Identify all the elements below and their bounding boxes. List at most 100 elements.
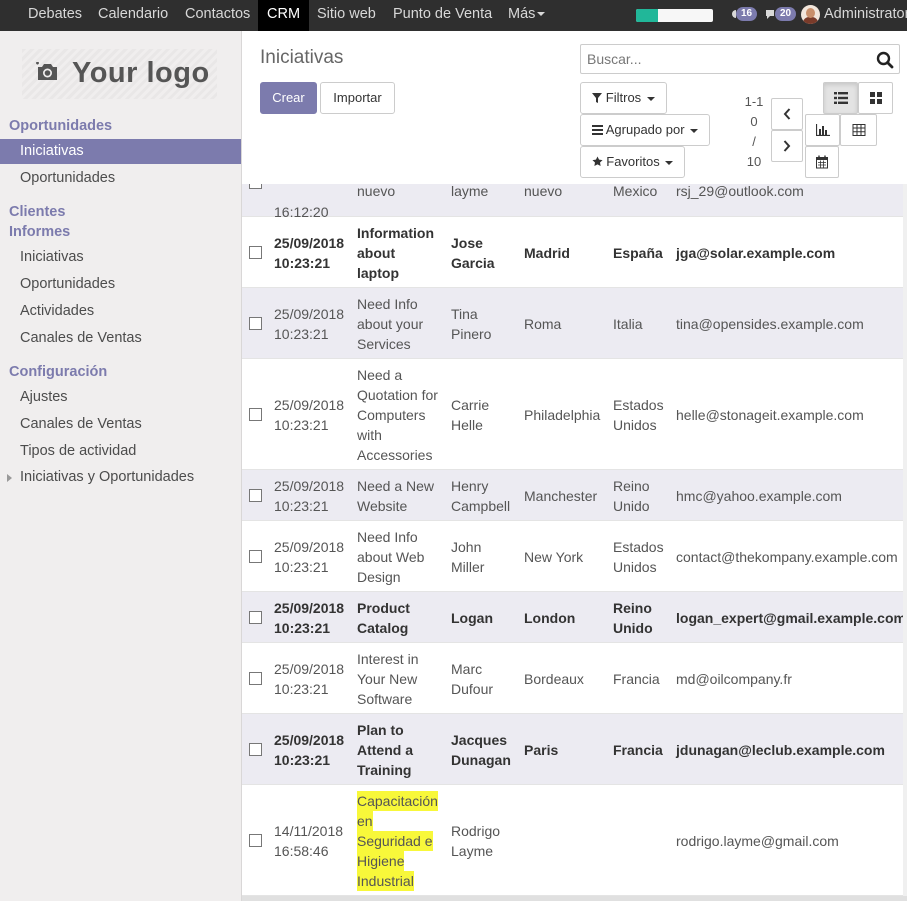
- row-checkbox[interactable]: [249, 488, 262, 502]
- menu-calendario[interactable]: Calendario: [98, 0, 168, 31]
- lead-name: Information: [357, 224, 434, 241]
- lead-time: 10:23:21: [274, 680, 329, 697]
- bar-chart-icon: [815, 124, 830, 136]
- activity-badge: 16: [736, 7, 758, 21]
- star-icon: [592, 156, 603, 167]
- favorites-button[interactable]: Favoritos: [580, 146, 685, 178]
- sidebar-item-tipos-de-actividad[interactable]: Tipos de actividad: [0, 439, 241, 464]
- menu-mas[interactable]: Más: [508, 0, 546, 31]
- lead-name: Computers: [357, 406, 426, 423]
- sidebar-item-iniciativas-y-oportunidades[interactable]: Iniciativas y Oportunidades: [0, 465, 241, 490]
- table-row[interactable]: 14/11/2018 16:58:46 Capacitación en Segurida…: [242, 785, 907, 896]
- row-checkbox[interactable]: [249, 833, 262, 847]
- vertical-scrollbar[interactable]: [903, 184, 907, 896]
- chevron-left-icon: [783, 108, 791, 120]
- table-row[interactable]: 25/09/2018 10:23:21 Need a New Website Henry…: [242, 470, 907, 521]
- menu-contactos[interactable]: Contactos: [185, 0, 250, 31]
- lead-contact: Logan: [451, 609, 493, 626]
- onboarding-progress-bar[interactable]: [636, 9, 713, 22]
- lead-name: Need a New: [357, 477, 435, 494]
- row-checkbox[interactable]: [249, 742, 262, 756]
- lead-name: Accessories: [357, 446, 433, 463]
- row-checkbox[interactable]: [249, 549, 262, 563]
- pager-total: 10: [746, 154, 762, 169]
- lead-contact: layme: [451, 184, 489, 199]
- row-checkbox[interactable]: [249, 610, 262, 624]
- pager-previous-button[interactable]: [771, 98, 803, 130]
- lead-contact: Carrie: [451, 396, 490, 413]
- pager-value[interactable]: 1-10 / 10: [743, 92, 765, 172]
- lead-name: Your New: [357, 670, 418, 687]
- caret-right-icon: [7, 474, 12, 482]
- menu-debates[interactable]: Debates: [28, 0, 82, 31]
- lead-country: Francia: [613, 670, 660, 687]
- row-checkbox[interactable]: [249, 245, 262, 259]
- lead-name: Quotation for: [357, 386, 438, 403]
- table-row[interactable]: 25/09/2018 10:23:21 Product Catalog Logan Lon…: [242, 592, 907, 643]
- lead-city: New York: [524, 548, 584, 565]
- table-row[interactable]: 25/09/2018 10:23:21 Need Info about Web Desi…: [242, 521, 907, 592]
- lead-time: 10:23:21: [274, 325, 329, 342]
- sidebar-item-iniciativas[interactable]: Iniciativas: [0, 139, 241, 164]
- filters-button[interactable]: Filtros: [580, 82, 667, 114]
- row-checkbox[interactable]: [249, 316, 262, 330]
- table-icon: [852, 124, 865, 136]
- sidebar-header-configuracion[interactable]: Configuración: [9, 364, 107, 380]
- row-checkbox[interactable]: [249, 671, 262, 685]
- user-avatar[interactable]: [801, 5, 820, 24]
- company-logo[interactable]: Your logo: [22, 49, 217, 99]
- lead-country: Unidos: [613, 558, 657, 575]
- sidebar-header-informes[interactable]: Informes: [9, 224, 70, 240]
- lead-contact: Jacques: [451, 731, 508, 748]
- table-row[interactable]: 25/09/2018 10:23:21 Need Info about your Ser…: [242, 288, 907, 359]
- graph-view-button[interactable]: [805, 114, 840, 146]
- table-row[interactable]: 25/09/2018 10:23:21 Interest in Your New Sof…: [242, 643, 907, 714]
- row-checkbox[interactable]: [249, 407, 262, 421]
- menu-sitio-web[interactable]: Sitio web: [317, 0, 376, 31]
- lead-name: Higiene: [357, 850, 405, 871]
- sidebar-item-actividades[interactable]: Actividades: [0, 299, 241, 324]
- list-view-button[interactable]: [823, 82, 858, 114]
- kanban-view-button[interactable]: [858, 82, 893, 114]
- lead-name: Design: [357, 568, 401, 585]
- lead-name: Plan to: [357, 721, 404, 738]
- lead-name: Interest in: [357, 650, 419, 667]
- messaging-menu[interactable]: 20: [765, 7, 797, 23]
- sidebar-item-informes-iniciativas[interactable]: Iniciativas: [0, 245, 241, 270]
- caret-down-icon: [646, 96, 655, 101]
- sidebar-item-canales-de-ventas[interactable]: Canales de Ventas: [0, 326, 241, 351]
- table-row[interactable]: 25/09/2018 10:23:21 Information about laptop…: [242, 217, 907, 288]
- lead-email: hmc@yahoo.example.com: [676, 487, 842, 504]
- activity-menu[interactable]: 16: [731, 7, 758, 23]
- menu-punto-de-venta[interactable]: Punto de Venta: [393, 0, 492, 31]
- lead-city: London: [524, 609, 576, 626]
- lead-city: Philadelphia: [524, 406, 601, 423]
- pivot-view-button[interactable]: [840, 114, 877, 146]
- import-button[interactable]: Importar: [320, 82, 395, 114]
- sidebar-header-clientes[interactable]: Clientes: [9, 204, 65, 220]
- search-input[interactable]: [581, 45, 861, 73]
- lead-name: Product: [357, 599, 410, 616]
- calendar-icon: [816, 155, 828, 169]
- lead-name: Services: [357, 335, 411, 352]
- table-row[interactable]: 16:12:20 nuevo layme nuevo Mexico rsj_29@outl…: [242, 184, 907, 220]
- row-checkbox[interactable]: [249, 184, 262, 189]
- lead-contact: Marc: [451, 660, 483, 677]
- create-button[interactable]: Crear: [260, 82, 317, 114]
- sidebar-item-oportunidades[interactable]: Oportunidades: [0, 166, 241, 191]
- groupby-button[interactable]: Agrupado por: [580, 114, 710, 146]
- search-icon[interactable]: [876, 51, 894, 69]
- horizontal-scrollbar[interactable]: [242, 896, 907, 901]
- table-row[interactable]: 25/09/2018 10:23:21 Plan to Attend a Trainin…: [242, 714, 907, 785]
- calendar-view-button[interactable]: [805, 146, 839, 178]
- sidebar-item-config-canales-de-ventas[interactable]: Canales de Ventas: [0, 412, 241, 437]
- user-menu[interactable]: Administrator: [824, 0, 907, 29]
- pager-next-button[interactable]: [771, 130, 803, 162]
- sidebar-item-ajustes[interactable]: Ajustes: [0, 385, 241, 410]
- table-row[interactable]: 25/09/2018 10:23:21 Need a Quotation for Com…: [242, 359, 907, 470]
- sidebar-header-oportunidades[interactable]: Oportunidades: [9, 118, 112, 134]
- lead-name: Software: [357, 690, 413, 707]
- lead-time: 10:23:21: [274, 751, 331, 768]
- sidebar-item-informes-oportunidades[interactable]: Oportunidades: [0, 272, 241, 297]
- menu-crm[interactable]: CRM: [258, 0, 310, 31]
